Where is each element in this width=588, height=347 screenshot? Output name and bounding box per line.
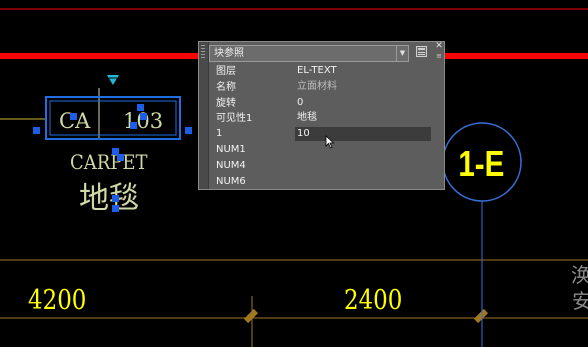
prop-label: 1 [216, 128, 223, 139]
options-icon[interactable]: ≡ [435, 52, 443, 60]
prop-row-attr-1[interactable]: 1 10 [209, 126, 434, 142]
mouse-cursor-icon [325, 135, 335, 149]
grip[interactable] [140, 113, 147, 120]
prop-row-name[interactable]: 名称 立面材料 [209, 80, 434, 96]
prop-value[interactable] [295, 142, 431, 156]
grid-bubble-label: 1-E [458, 143, 504, 183]
flip-grip-arrow[interactable] [107, 75, 119, 85]
grip[interactable] [33, 127, 40, 134]
tag-text-left: CA [59, 109, 91, 133]
prop-value[interactable]: 0 [295, 96, 431, 110]
prop-row-num4[interactable]: NUM4 [209, 158, 434, 174]
grip[interactable] [185, 127, 192, 134]
tag-text-right: 103 [123, 109, 163, 133]
quick-select-icon[interactable] [416, 46, 427, 57]
dim-tick [243, 308, 259, 324]
material-tag-block[interactable]: CA 103 CARPET 地毯 [33, 75, 192, 216]
chevron-down-icon[interactable]: ▼ [396, 46, 408, 61]
prop-row-visibility[interactable]: 可见性1 地毯 [209, 111, 434, 127]
edge-text-bottom: 安 [572, 289, 588, 313]
prop-value: 立面材料 [297, 81, 337, 92]
dim-text-4200: 4200 [28, 284, 86, 315]
prop-row-layer[interactable]: 图层 EL-TEXT [209, 64, 434, 80]
grip[interactable] [112, 205, 119, 212]
dim-text-2400: 2400 [344, 284, 402, 315]
grip[interactable] [137, 104, 144, 111]
prop-label: NUM6 [216, 176, 246, 187]
prop-label: NUM4 [216, 160, 246, 171]
prop-value[interactable] [295, 174, 431, 188]
prop-label: NUM1 [216, 144, 246, 155]
prop-row-num1[interactable]: NUM1 [209, 142, 434, 158]
grip[interactable] [112, 148, 119, 155]
panel-grip-handle[interactable] [199, 42, 209, 189]
grip[interactable] [112, 195, 119, 202]
grip[interactable] [117, 154, 124, 161]
dim-tick [473, 308, 489, 324]
close-icon[interactable]: ✕ [435, 42, 443, 51]
prop-value[interactable]: EL-TEXT [295, 64, 431, 78]
prop-value-input[interactable]: 10 [295, 127, 431, 141]
grip[interactable] [130, 122, 137, 129]
prop-label: 名称 [216, 82, 236, 93]
grip[interactable] [70, 113, 77, 120]
object-type-label: 块参照 [214, 48, 244, 59]
object-type-dropdown[interactable]: 块参照 ▼ [209, 45, 409, 62]
prop-row-num6[interactable]: NUM6 [209, 174, 434, 190]
prop-value[interactable] [295, 158, 431, 172]
tag-label-cn: 地毯 [79, 181, 139, 216]
quick-properties-panel[interactable]: 块参照 ▼ ✕ ≡ 图层 EL-TEXT 名称 立面材料 旋转 0 可见性1 地… [198, 41, 445, 190]
tag-label-en: CARPET [70, 151, 148, 174]
prop-label: 图层 [216, 66, 236, 77]
prop-row-rotation[interactable]: 旋转 0 [209, 96, 434, 112]
prop-label: 旋转 [216, 98, 236, 109]
edge-text-top: 涣 [571, 263, 588, 287]
prop-label: 可见性1 [216, 113, 253, 124]
prop-value[interactable]: 地毯 [295, 111, 431, 125]
